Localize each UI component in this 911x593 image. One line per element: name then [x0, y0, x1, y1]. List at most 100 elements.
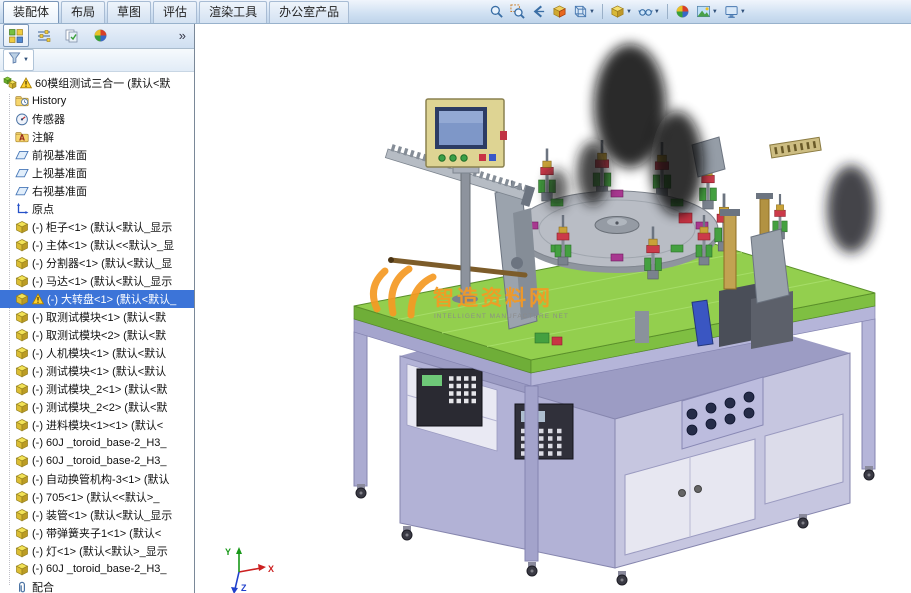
tab-assembly[interactable]: 装配体: [3, 1, 59, 23]
component-icon: [15, 328, 29, 342]
annotations-icon: A: [15, 130, 29, 144]
tab-office-products[interactable]: 办公室产品: [269, 1, 349, 23]
tree-item[interactable]: (-) 取测试模块<2> (默认<默: [0, 326, 194, 344]
zoom-fit-button[interactable]: [486, 2, 507, 22]
previous-view-button[interactable]: [528, 2, 549, 22]
tree-item[interactable]: (-) 主体<1> (默认<<默认>_显: [0, 236, 194, 254]
filter-dropdown-arrow: ▼: [23, 57, 29, 63]
manager-tab-featuremanager[interactable]: [3, 24, 29, 47]
triad-y-label: Y: [225, 547, 231, 557]
tree-item-label: (-) 测试模块<1> (默认<默认: [32, 363, 193, 379]
toolbar-separator: [602, 4, 603, 19]
tree-item[interactable]: 传感器: [0, 110, 194, 128]
tab-layout[interactable]: 布局: [61, 1, 105, 23]
tree-item[interactable]: 右视基准面: [0, 182, 194, 200]
tree-item-label: 60模组测试三合一 (默认<默: [35, 75, 193, 91]
manager-tab-configurationmanager[interactable]: [59, 24, 85, 47]
sensors-icon: [15, 112, 29, 126]
tree-item[interactable]: 上视基准面: [0, 164, 194, 182]
tree-item[interactable]: 配合: [0, 578, 194, 593]
plane-icon: [15, 184, 29, 198]
component-icon: [15, 472, 29, 486]
zoom-area-button[interactable]: [507, 2, 528, 22]
viewport-3d[interactable]: 智造资料网 INTELLIGENT MANUFACTURE NET X Y Z: [195, 23, 911, 593]
view-orientation-button[interactable]: ▼: [570, 2, 598, 22]
tree-item[interactable]: (-) 测试模块<1> (默认<默认: [0, 362, 194, 380]
feature-panel: » ▼ 60模组测试三合一 (默认<默History传感器A注解前视基准面上视基…: [0, 23, 195, 593]
tree-item[interactable]: (-) 带弹簧夹子1<1> (默认<: [0, 524, 194, 542]
tree-item[interactable]: (-) 分割器<1> (默认<默认_显: [0, 254, 194, 272]
tree-item-label: (-) 自动换管机构-3<1> (默认: [32, 471, 193, 487]
component-icon: [15, 418, 29, 432]
display-style-button[interactable]: ▼: [607, 2, 635, 22]
tree-item[interactable]: (-) 马达<1> (默认<默认_显示: [0, 272, 194, 290]
feature-tree: 60模组测试三合一 (默认<默History传感器A注解前视基准面上视基准面右视…: [0, 72, 194, 593]
filter-row: ▼: [0, 49, 194, 72]
svg-text:A: A: [19, 134, 25, 143]
tree-item[interactable]: (-) 705<1> (默认<<默认>_: [0, 488, 194, 506]
tree-item-label: (-) 主体<1> (默认<<默认>_显: [32, 237, 193, 253]
headsup-toolbar: ▼ ▼ ▼ ▼ ▼: [486, 1, 749, 22]
component-icon: [15, 238, 29, 252]
tree-item-label: (-) 进料模块<1><1> (默认<: [32, 417, 193, 433]
triad-z-label: Z: [241, 583, 247, 593]
tree-item-label: 右视基准面: [32, 183, 193, 199]
tree-item-label: (-) 装管<1> (默认<默认_显示: [32, 507, 193, 523]
tab-sketch[interactable]: 草图: [107, 1, 151, 23]
toolbar-separator: [667, 4, 668, 19]
tree-item[interactable]: (-) 测试模块_2<1> (默认<默: [0, 380, 194, 398]
history-icon: [15, 94, 29, 108]
dropdown-arrow-icon: ▼: [589, 9, 595, 15]
tree-item[interactable]: (-) 灯<1> (默认<默认>_显示: [0, 542, 194, 560]
manager-tabs: [3, 24, 113, 47]
component-icon: [15, 544, 29, 558]
tree-item-label: (-) 测试模块_2<1> (默认<默: [32, 381, 193, 397]
tree-item-label: (-) 灯<1> (默认<默认>_显示: [32, 543, 193, 559]
tab-evaluate[interactable]: 评估: [153, 1, 197, 23]
apply-scene-button[interactable]: ▼: [693, 2, 721, 22]
view-settings-button[interactable]: ▼: [721, 2, 749, 22]
tree-item[interactable]: History: [0, 92, 194, 110]
tree-item[interactable]: (-) 柜子<1> (默认<默认_显示: [0, 218, 194, 236]
tree-item-label: (-) 60J _toroid_base-2_H3_: [32, 437, 193, 449]
dropdown-arrow-icon: ▼: [712, 9, 718, 15]
component-icon: [15, 562, 29, 576]
watermark-subtitle: INTELLIGENT MANUFACTURE NET: [434, 313, 569, 320]
tree-item[interactable]: (-) 60J _toroid_base-2_H3_: [0, 452, 194, 470]
tree-item-label: 上视基准面: [32, 165, 193, 181]
component-icon: [15, 490, 29, 504]
tree-item[interactable]: (-) 自动换管机构-3<1> (默认: [0, 470, 194, 488]
tab-render-tools[interactable]: 渲染工具: [199, 1, 267, 23]
tree-item[interactable]: (-) 大转盘<1> (默认<默认_: [0, 290, 194, 308]
section-view-button[interactable]: [549, 2, 570, 22]
watermark-title: 智造资料网: [433, 286, 553, 310]
tree-item[interactable]: (-) 装管<1> (默认<默认_显示: [0, 506, 194, 524]
tree-item-label: (-) 人机模块<1> (默认<默认: [32, 345, 193, 361]
tree-item[interactable]: (-) 60J _toroid_base-2_H3_: [0, 434, 194, 452]
manager-tab-displaymanager[interactable]: [87, 24, 113, 47]
tree-item[interactable]: (-) 测试模块_2<2> (默认<默: [0, 398, 194, 416]
tree-item-label: 配合: [32, 579, 193, 593]
tree-item[interactable]: (-) 取测试模块<1> (默认<默: [0, 308, 194, 326]
tree-item[interactable]: (-) 进料模块<1><1> (默认<: [0, 416, 194, 434]
machine-3d-model: 智造资料网 INTELLIGENT MANUFACTURE NET X Y Z: [195, 23, 911, 593]
tree-item-label: 原点: [32, 201, 193, 217]
tree-item[interactable]: 原点: [0, 200, 194, 218]
component-icon: [15, 508, 29, 522]
component-icon: [15, 274, 29, 288]
dropdown-arrow-icon: ▼: [654, 9, 660, 15]
component-icon: [15, 310, 29, 324]
tree-item-label: 前视基准面: [32, 147, 193, 163]
hide-show-button[interactable]: ▼: [635, 2, 663, 22]
appearance-button[interactable]: [672, 2, 693, 22]
tree-item[interactable]: A注解: [0, 128, 194, 146]
tree-item[interactable]: (-) 60J _toroid_base-2_H3_: [0, 560, 194, 578]
tree-item[interactable]: 前视基准面: [0, 146, 194, 164]
tree-item-label: (-) 大转盘<1> (默认<默认_: [47, 291, 193, 307]
panel-collapse-button[interactable]: »: [174, 28, 191, 43]
manager-tab-propertymanager[interactable]: [31, 24, 57, 47]
filter-button[interactable]: ▼: [3, 49, 34, 71]
dropdown-arrow-icon: ▼: [740, 9, 746, 15]
tree-item[interactable]: 60模组测试三合一 (默认<默: [0, 74, 194, 92]
tree-item[interactable]: (-) 人机模块<1> (默认<默认: [0, 344, 194, 362]
